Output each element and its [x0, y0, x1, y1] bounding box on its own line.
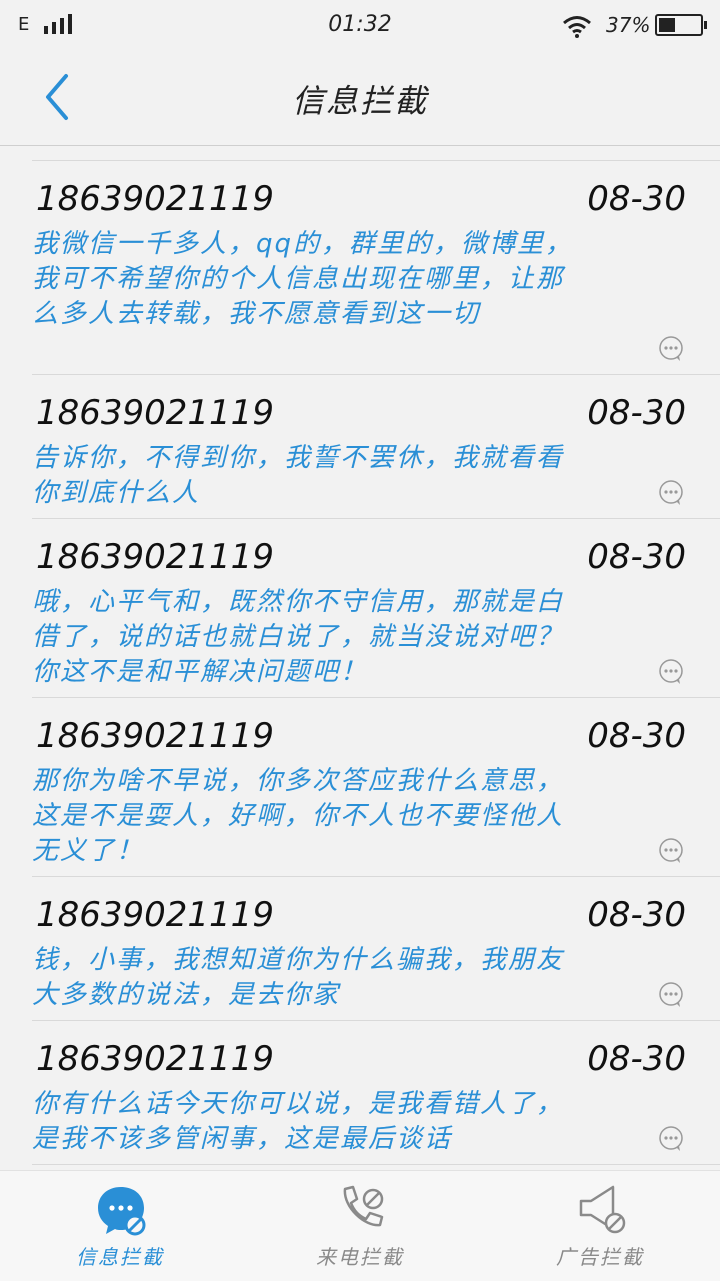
- tab-label: 来电拦截: [316, 1245, 404, 1269]
- message-text: 告诉你，不得到你，我誓不罢休，我就看看你到底什么人: [32, 443, 565, 508]
- phone-block-icon: [343, 1185, 384, 1227]
- list-item[interactable]: 18639021119 08-30 哦，心平气和，既然你不守信用，那就是白借了，…: [32, 519, 720, 698]
- list-item[interactable]: 18639021119 08-30 告诉你，不得到你，我誓不罢休，我就看看你到底…: [32, 375, 720, 519]
- chat-bubble-icon: [659, 336, 683, 361]
- message-text: 我微信一千多人，qq的，群里的，微博里，我可不希望你的个人信息出现在哪里，让那么…: [32, 229, 574, 329]
- message-list[interactable]: 18639021119 08-30 我微信一千多人，qq的，群里的，微博里，我可…: [0, 146, 720, 1170]
- speaker-block-icon: [579, 1185, 626, 1234]
- sender-number: 18639021119: [36, 895, 274, 935]
- sender-number: 18639021119: [36, 716, 274, 756]
- message-text: 哦，心平气和，既然你不守信用，那就是白借了，说的话也就白说了，就当没说对吧？你这…: [32, 587, 565, 687]
- chat-bubble-icon: [659, 982, 683, 1007]
- chat-bubble-icon: [659, 838, 683, 863]
- list-item[interactable]: 18639021119 08-30 我微信一千多人，qq的，群里的，微博里，我可…: [32, 161, 720, 375]
- bottom-nav: 信息拦截 来电拦截 广告拦截: [0, 1170, 720, 1281]
- list-item[interactable]: 18639021119 08-30 钱，小事，我想知道你为什么骗我，我朋友大多数…: [32, 877, 720, 1021]
- message-date: 08-30: [587, 179, 686, 219]
- chat-bubble-icon: [659, 1126, 683, 1151]
- chat-bubble-icon: [659, 659, 683, 684]
- message-date: 08-30: [587, 1039, 686, 1079]
- wifi-icon: [563, 16, 591, 38]
- list-item-partial: [32, 146, 720, 161]
- sender-number: 18639021119: [36, 393, 274, 433]
- battery-icon: [655, 14, 707, 36]
- message-date: 08-30: [587, 716, 686, 756]
- tab-label: 广告拦截: [556, 1245, 644, 1269]
- list-item[interactable]: 18639021119 08-30 你有什么话今天你可以说，是我看错人了，是我不…: [32, 1021, 720, 1165]
- status-bar: E 01:32 37%: [0, 0, 720, 50]
- page-title: 信息拦截: [291, 82, 428, 120]
- sender-number: 18639021119: [36, 179, 274, 219]
- message-text: 你有什么话今天你可以说，是我看错人了，是我不该多管闲事，这是最后谈话: [32, 1089, 565, 1154]
- tab-sms-block[interactable]: 信息拦截: [0, 1171, 240, 1281]
- tab-call-block[interactable]: 来电拦截: [240, 1171, 480, 1281]
- message-date: 08-30: [587, 537, 686, 577]
- sender-number: 18639021119: [36, 1039, 274, 1079]
- chat-bubble-icon: [659, 480, 683, 505]
- battery-percent: 37%: [606, 13, 651, 37]
- sms-block-icon: [98, 1187, 146, 1236]
- message-text: 钱，小事，我想知道你为什么骗我，我朋友大多数的说法，是去你家: [32, 945, 565, 1010]
- message-date: 08-30: [587, 393, 686, 433]
- sender-number: 18639021119: [36, 537, 274, 577]
- message-text: 那你为啥不早说，你多次答应我什么意思，这是不是耍人，好啊，你不人也不要怪他人无义…: [32, 766, 565, 866]
- message-date: 08-30: [587, 895, 686, 935]
- list-item[interactable]: 18639021119 08-30 那你为啥不早说，你多次答应我什么意思，这是不…: [32, 698, 720, 877]
- tab-ad-block[interactable]: 广告拦截: [480, 1171, 720, 1281]
- header: 信息拦截: [0, 50, 720, 146]
- tab-label: 信息拦截: [76, 1245, 164, 1269]
